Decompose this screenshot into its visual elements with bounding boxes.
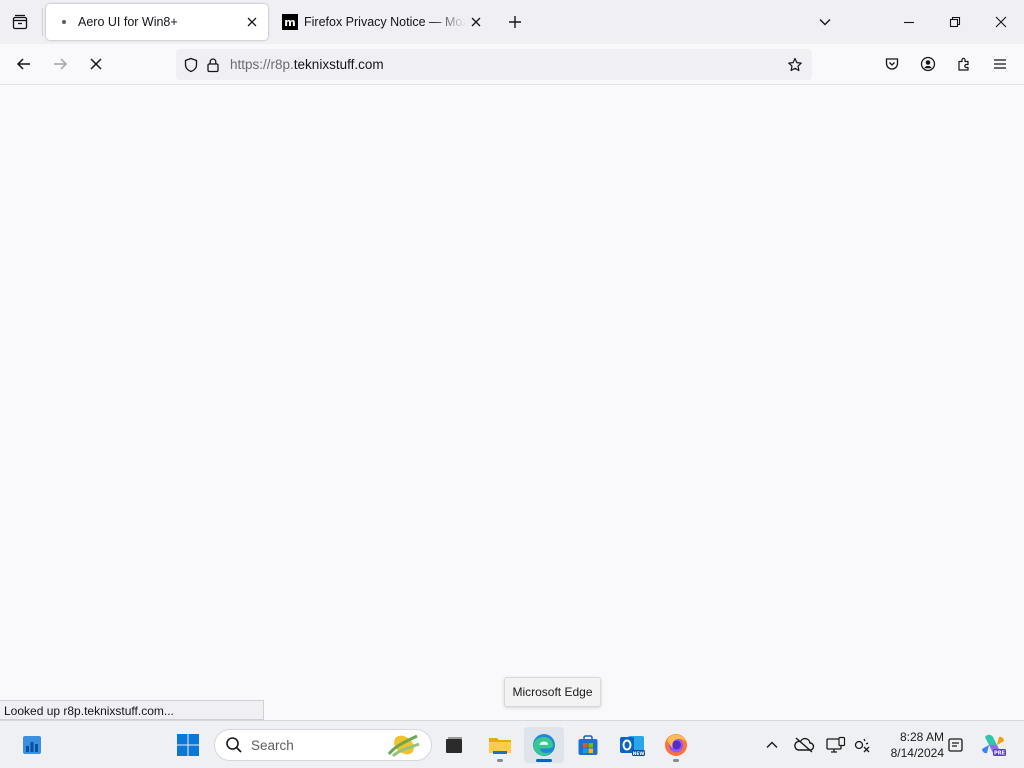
site-identity-button[interactable] xyxy=(202,54,224,76)
windows-start-icon xyxy=(177,734,199,756)
back-button[interactable] xyxy=(9,49,39,79)
outlook-icon: NEW xyxy=(620,736,645,757)
svg-text:NEW: NEW xyxy=(633,751,645,757)
store-icon xyxy=(578,735,598,755)
clock-date: 8/14/2024 xyxy=(890,746,944,760)
tab-title: Aero UI for Win8+ xyxy=(78,15,178,29)
close-window-button[interactable] xyxy=(978,0,1024,44)
running-indicator xyxy=(536,759,552,762)
task-view-icon xyxy=(446,737,462,753)
start-button[interactable] xyxy=(168,727,208,763)
navigation-toolbar: https://r8p.teknixstuff.com xyxy=(0,44,1024,85)
clock-time: 8:28 AM xyxy=(899,730,944,744)
stop-icon xyxy=(90,58,102,70)
restore-icon xyxy=(949,16,961,28)
mozilla-m-icon: m xyxy=(282,14,298,30)
edge-icon xyxy=(533,734,555,756)
restore-button[interactable] xyxy=(932,0,978,44)
display-icon xyxy=(826,736,846,753)
account-button[interactable] xyxy=(913,49,943,79)
search-highlight-corn-icon xyxy=(387,734,420,758)
new-tab-button[interactable] xyxy=(502,9,528,35)
notification-icon xyxy=(948,738,963,752)
arrow-right-icon xyxy=(54,58,68,70)
store-button[interactable] xyxy=(568,727,608,763)
arrow-left-icon xyxy=(16,58,30,70)
app-menu-button[interactable] xyxy=(985,49,1015,79)
extensions-button[interactable] xyxy=(949,49,979,79)
firefox-button[interactable] xyxy=(656,727,696,763)
firefox-view-button[interactable] xyxy=(5,8,35,36)
accessibility-icon xyxy=(854,738,870,753)
chevron-up-icon xyxy=(766,741,778,748)
page-content xyxy=(0,85,1024,720)
plus-icon xyxy=(509,16,521,28)
onedrive-tray-button[interactable] xyxy=(792,733,816,757)
close-tab-button[interactable] xyxy=(466,12,486,32)
chevron-down-icon xyxy=(819,19,831,26)
close-icon xyxy=(995,16,1007,28)
taskbar-search[interactable]: Search xyxy=(214,729,432,761)
taskbar: Search NEW 8:28 AM 8/14/2024 PRE xyxy=(0,720,1024,768)
url-scheme: https://r8p. xyxy=(230,57,294,72)
tab-aero-ui[interactable]: Aero UI for Win8+ xyxy=(46,4,268,40)
status-panel: Looked up r8p.teknixstuff.com... xyxy=(0,700,264,720)
tab-separator xyxy=(42,8,43,36)
hamburger-menu-icon xyxy=(994,59,1006,69)
firefox-view-icon xyxy=(12,14,28,30)
outlook-button[interactable]: NEW xyxy=(612,727,652,763)
tracking-protection-button[interactable] xyxy=(180,54,202,76)
close-icon xyxy=(247,17,257,27)
close-icon xyxy=(471,17,481,27)
display-tray-button[interactable] xyxy=(824,733,848,757)
list-all-tabs-button[interactable] xyxy=(812,9,838,35)
running-indicator xyxy=(673,759,679,762)
folder-icon xyxy=(489,738,511,754)
clock[interactable]: 8:28 AM 8/14/2024 xyxy=(880,729,944,761)
copilot-button[interactable]: PRE xyxy=(978,730,1008,760)
widgets-button[interactable] xyxy=(12,727,52,763)
shield-icon xyxy=(184,57,198,72)
file-explorer-button[interactable] xyxy=(480,727,520,763)
show-hidden-icons-button[interactable] xyxy=(760,733,784,757)
pocket-button[interactable] xyxy=(877,49,907,79)
url-bar[interactable]: https://r8p.teknixstuff.com xyxy=(176,49,812,80)
running-indicator xyxy=(497,759,503,762)
copilot-icon: PRE xyxy=(982,734,1006,757)
search-label: Search xyxy=(251,737,294,753)
tab-strip: Aero UI for Win8+ m Firefox Privacy Noti… xyxy=(0,0,1024,44)
taskbar-tooltip: Microsoft Edge xyxy=(504,677,601,707)
accessibility-tray-button[interactable] xyxy=(850,733,874,757)
tab-firefox-privacy-notice[interactable]: m Firefox Privacy Notice — Mozilla xyxy=(272,4,492,40)
minimize-button[interactable] xyxy=(886,0,932,44)
firefox-icon xyxy=(665,734,687,756)
search-icon xyxy=(226,737,242,753)
pocket-icon xyxy=(885,58,899,70)
widgets-icon xyxy=(23,736,41,754)
account-icon xyxy=(920,56,936,72)
edge-button[interactable] xyxy=(524,727,564,763)
minimize-icon xyxy=(904,21,914,24)
star-icon xyxy=(788,57,802,71)
close-tab-button[interactable] xyxy=(242,12,262,32)
loading-dot-icon xyxy=(56,14,72,30)
svg-text:m: m xyxy=(284,16,295,29)
stop-loading-button[interactable] xyxy=(81,49,111,79)
url-domain: teknixstuff.com xyxy=(293,57,384,72)
puzzle-icon xyxy=(958,57,969,71)
lock-icon xyxy=(207,57,219,72)
task-view-button[interactable] xyxy=(434,727,474,763)
bookmark-button[interactable] xyxy=(784,54,806,76)
tab-title: Firefox Privacy Notice — Mozilla xyxy=(304,15,466,29)
forward-button[interactable] xyxy=(45,49,75,79)
url-text[interactable]: https://r8p.teknixstuff.com xyxy=(230,57,784,72)
onedrive-offline-icon xyxy=(794,737,815,753)
svg-text:PRE: PRE xyxy=(994,751,1006,757)
notification-center-button[interactable] xyxy=(944,733,968,757)
